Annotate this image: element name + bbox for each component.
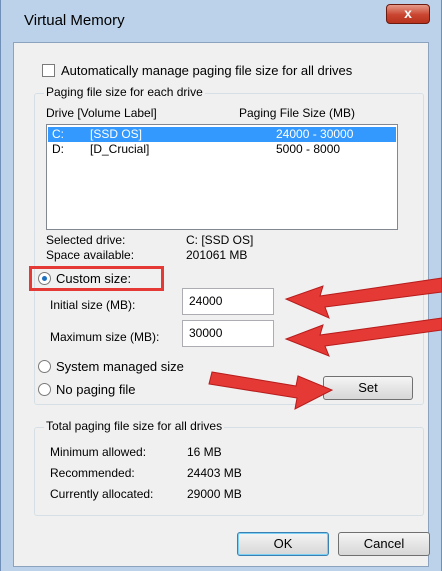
annotation-arrows xyxy=(208,277,442,410)
arrow-to-maximum-size xyxy=(284,317,442,357)
arrow-to-set-button xyxy=(208,371,334,410)
arrow-to-initial-size xyxy=(284,277,442,319)
